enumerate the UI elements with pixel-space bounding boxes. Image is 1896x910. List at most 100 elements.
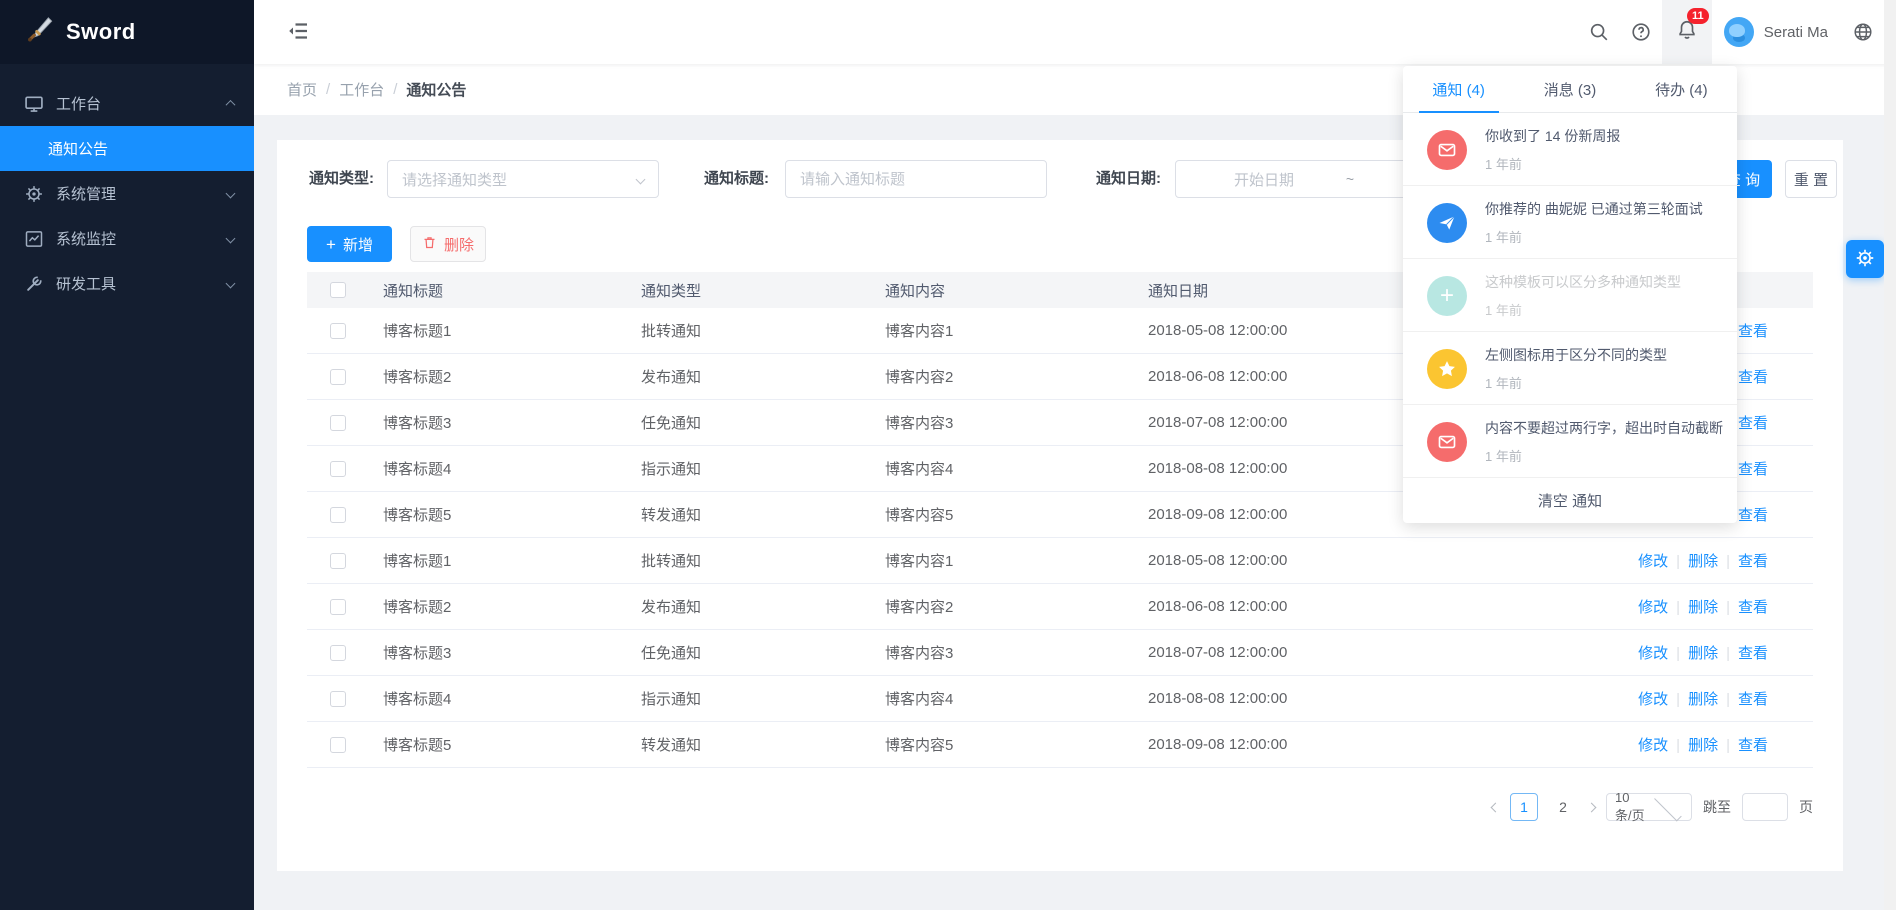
view-link[interactable]: 查看 (1738, 507, 1768, 524)
delete-link[interactable]: 删除 (1688, 599, 1718, 616)
cell-content: 博客内容1 (885, 550, 1148, 571)
globe-icon[interactable] (1842, 0, 1884, 64)
reset-button[interactable]: 重 置 (1785, 160, 1837, 198)
sidebar-item-system-admin[interactable]: 系统管理 (0, 171, 254, 216)
prev-page-icon[interactable] (1492, 804, 1499, 811)
notification-item[interactable]: + 这种模板可以区分多种通知类型 1 年前 (1403, 259, 1737, 332)
table-row: 博客标题2 发布通知 博客内容2 2018-06-08 12:00:00 修改|… (307, 584, 1813, 630)
view-link[interactable]: 查看 (1738, 645, 1768, 662)
cell-type: 发布通知 (641, 366, 885, 387)
cell-content: 博客内容2 (885, 596, 1148, 617)
page-button-2[interactable]: 2 (1549, 793, 1577, 821)
row-checkbox[interactable] (330, 599, 346, 615)
delete-button[interactable]: 删除 (410, 226, 486, 262)
row-checkbox[interactable] (330, 553, 346, 569)
row-checkbox[interactable] (330, 369, 346, 385)
notification-item[interactable]: 内容不要超过两行字，超出时自动截断 1 年前 (1403, 405, 1737, 478)
pagination: 1 2 10 条/页 跳至 页 (1492, 792, 1813, 822)
notification-item[interactable]: 你推荐的 曲妮妮 已通过第三轮面试 1 年前 (1403, 186, 1737, 259)
row-checkbox[interactable] (330, 461, 346, 477)
breadcrumb-home[interactable]: 首页 (287, 79, 317, 100)
notifications-bell[interactable]: 11 (1662, 0, 1712, 64)
notification-title: 这种模板可以区分多种通知类型 (1485, 272, 1731, 292)
chart-icon (24, 229, 44, 249)
add-button[interactable]: + 新增 (307, 226, 392, 262)
menu-fold-icon[interactable] (284, 18, 312, 46)
row-checkbox[interactable] (330, 645, 346, 661)
edit-link[interactable]: 修改 (1638, 599, 1668, 616)
notification-item[interactable]: 你收到了 14 份新周报 1 年前 (1403, 113, 1737, 186)
select-all-checkbox[interactable] (330, 282, 346, 298)
edit-link[interactable]: 修改 (1638, 645, 1668, 662)
tab-messages[interactable]: 消息 (3) (1514, 66, 1625, 112)
row-checkbox[interactable] (330, 323, 346, 339)
breadcrumb-workbench[interactable]: 工作台 (339, 79, 384, 100)
next-page-icon[interactable] (1588, 804, 1595, 811)
delete-link[interactable]: 删除 (1688, 645, 1718, 662)
notice-title-input[interactable] (785, 160, 1047, 198)
app-title: Sword (66, 19, 136, 45)
notification-badge: 11 (1687, 8, 1709, 24)
notification-title: 你推荐的 曲妮妮 已通过第三轮面试 (1485, 199, 1731, 219)
view-link[interactable]: 查看 (1738, 323, 1768, 340)
sword-logo-icon (24, 15, 54, 49)
row-checkbox[interactable] (330, 737, 346, 753)
view-link[interactable]: 查看 (1738, 415, 1768, 432)
sidebar-subitem-label: 通知公告 (48, 138, 108, 159)
notice-title-label: 通知标题: (704, 160, 769, 198)
wrench-icon (24, 274, 44, 294)
chevron-down-icon (636, 174, 646, 184)
sidebar-item-system-monitor[interactable]: 系统监控 (0, 216, 254, 261)
row-checkbox[interactable] (330, 507, 346, 523)
cell-type: 批转通知 (641, 320, 885, 341)
view-link[interactable]: 查看 (1738, 553, 1768, 570)
settings-button[interactable] (1846, 240, 1884, 278)
chevron-down-icon (1654, 793, 1681, 820)
cell-type: 指示通知 (641, 688, 885, 709)
cell-type: 任免通知 (641, 412, 885, 433)
column-header-title: 通知标题 (383, 280, 641, 301)
cell-content: 博客内容2 (885, 366, 1148, 387)
cell-title: 博客标题5 (383, 504, 641, 525)
cell-content: 博客内容3 (885, 642, 1148, 663)
page-button-1[interactable]: 1 (1510, 793, 1538, 821)
help-icon[interactable] (1620, 0, 1662, 64)
notification-item[interactable]: 左侧图标用于区分不同的类型 1 年前 (1403, 332, 1737, 405)
sidebar-item-dev-tools[interactable]: 研发工具 (0, 261, 254, 306)
search-icon[interactable] (1578, 0, 1620, 64)
edit-link[interactable]: 修改 (1638, 691, 1668, 708)
sidebar-item-workbench[interactable]: 工作台 (0, 81, 254, 126)
clear-notifications-button[interactable]: 清空 通知 (1403, 478, 1737, 522)
sidebar-item-notice[interactable]: 通知公告 (0, 126, 254, 171)
cell-content: 博客内容4 (885, 688, 1148, 709)
notification-panel: 通知 (4) 消息 (3) 待办 (4) 你收到了 14 份新周报 1 年前 你… (1403, 66, 1737, 523)
view-link[interactable]: 查看 (1738, 461, 1768, 478)
notice-type-select[interactable]: 请选择通知类型 (387, 160, 659, 198)
star-icon (1427, 349, 1467, 389)
delete-link[interactable]: 删除 (1688, 553, 1718, 570)
tab-notices[interactable]: 通知 (4) (1403, 66, 1514, 112)
cell-date: 2018-05-08 12:00:00 (1148, 552, 1508, 569)
cell-title: 博客标题5 (383, 734, 641, 755)
goto-page-input[interactable] (1742, 793, 1788, 821)
edit-link[interactable]: 修改 (1638, 553, 1668, 570)
row-checkbox[interactable] (330, 691, 346, 707)
page-size-select[interactable]: 10 条/页 (1606, 793, 1692, 821)
table-row: 博客标题3 任免通知 博客内容3 2018-07-08 12:00:00 修改|… (307, 630, 1813, 676)
view-link[interactable]: 查看 (1738, 691, 1768, 708)
user-menu[interactable]: Serati Ma (1712, 0, 1842, 64)
view-link[interactable]: 查看 (1738, 369, 1768, 386)
delete-link[interactable]: 删除 (1688, 737, 1718, 754)
page-size-value: 10 条/页 (1615, 790, 1646, 824)
page-scrollbar[interactable] (1884, 0, 1896, 910)
delete-link[interactable]: 删除 (1688, 691, 1718, 708)
row-checkbox[interactable] (330, 415, 346, 431)
tab-todos[interactable]: 待办 (4) (1626, 66, 1737, 112)
cell-type: 转发通知 (641, 504, 885, 525)
view-link[interactable]: 查看 (1738, 599, 1768, 616)
view-link[interactable]: 查看 (1738, 737, 1768, 754)
mail-icon (1427, 422, 1467, 462)
edit-link[interactable]: 修改 (1638, 737, 1668, 754)
table-row: 博客标题4 指示通知 博客内容4 2018-08-08 12:00:00 修改|… (307, 676, 1813, 722)
notification-title: 内容不要超过两行字，超出时自动截断 (1485, 418, 1731, 438)
